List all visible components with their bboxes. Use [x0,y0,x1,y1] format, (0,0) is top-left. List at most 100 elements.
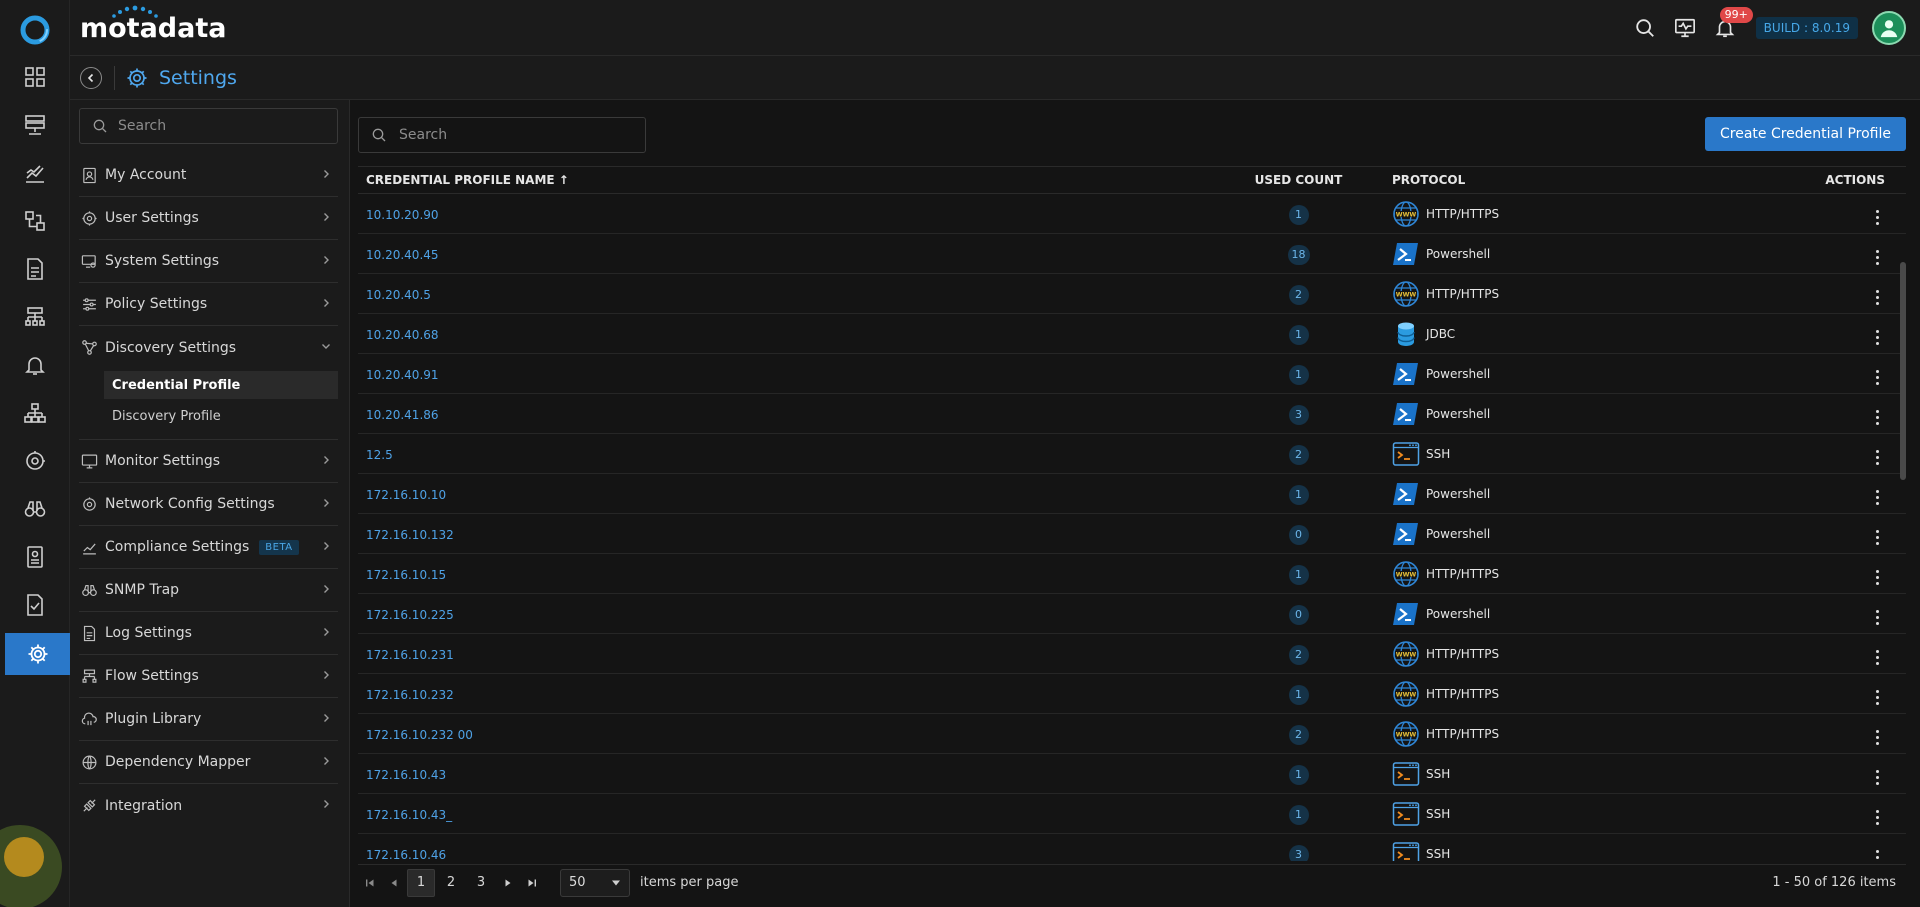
rail-topology[interactable] [0,200,70,242]
row-actions-menu-icon[interactable] [1870,686,1885,709]
table-row[interactable]: 12.5 2 SSH [358,434,1906,474]
profile-name-link[interactable]: 10.20.40.91 [366,368,439,382]
row-actions-menu-icon[interactable] [1870,566,1885,589]
table-row[interactable]: 10.20.40.91 1 Powershell [358,354,1906,394]
used-count-badge[interactable]: 1 [1288,364,1309,385]
row-actions-menu-icon[interactable] [1870,486,1885,509]
used-count-badge[interactable]: 3 [1288,404,1309,425]
profile-name-link[interactable]: 172.16.10.15 [366,568,446,582]
profile-name-link[interactable]: 12.5 [366,448,393,462]
menu-item-snmp-trap[interactable]: SNMP Trap [79,569,338,612]
profile-name-link[interactable]: 172.16.10.43_ [366,808,452,822]
row-actions-menu-icon[interactable] [1870,726,1885,749]
rail-config[interactable] [0,440,70,482]
rail-alerts[interactable] [0,344,70,386]
profile-name-link[interactable]: 172.16.10.46 [366,848,446,861]
back-button[interactable] [80,66,102,89]
column-header-used-count[interactable]: USED COUNT [1213,173,1384,187]
row-actions-menu-icon[interactable] [1870,206,1885,229]
rail-settings[interactable] [5,633,70,675]
page-2-button[interactable]: 2 [437,869,465,897]
rail-inventory[interactable] [0,104,70,146]
row-actions-menu-icon[interactable] [1870,606,1885,629]
page-3-button[interactable]: 3 [467,869,495,897]
previous-page-button[interactable] [382,869,406,897]
row-actions-menu-icon[interactable] [1870,766,1885,789]
used-count-badge[interactable]: 1 [1288,324,1309,345]
menu-item-user-settings[interactable]: User Settings [79,197,338,240]
profile-name-link[interactable]: 10.20.40.5 [366,288,431,302]
column-header-name[interactable]: CREDENTIAL PROFILE NAME ↑ [358,173,1213,187]
profile-name-link[interactable]: 172.16.10.232 [366,688,454,702]
last-page-button[interactable] [520,869,544,897]
menu-item-integration[interactable]: Integration [79,784,338,827]
row-actions-menu-icon[interactable] [1870,406,1885,429]
menu-item-log-settings[interactable]: Log Settings [79,612,338,655]
row-actions-menu-icon[interactable] [1870,646,1885,669]
menu-item-dependency-mapper[interactable]: Dependency Mapper [79,741,338,784]
table-row[interactable]: 10.20.40.5 2 WWW HTTP/HTTPS [358,274,1906,314]
used-count-badge[interactable]: 2 [1288,284,1309,305]
used-count-badge[interactable]: 1 [1288,764,1309,785]
table-row[interactable]: 172.16.10.46 3 SSH [358,834,1906,861]
menu-item-compliance-settings[interactable]: Compliance Settings BETA [79,526,338,569]
notifications-button[interactable]: 99+ [1712,7,1753,41]
rail-metrics[interactable] [0,152,70,194]
table-row[interactable]: 172.16.10.43_ 1 SSH [358,794,1906,834]
used-count-badge[interactable]: 1 [1288,564,1309,585]
submenu-item-discovery-profile[interactable]: Discovery Profile [104,402,338,430]
used-count-badge[interactable]: 1 [1288,484,1309,505]
row-actions-menu-icon[interactable] [1870,326,1885,349]
used-count-badge[interactable]: 1 [1288,804,1309,825]
sidebar-search-input[interactable] [118,118,318,134]
table-row[interactable]: 172.16.10.232 1 WWW HTTP/HTTPS [358,674,1906,714]
menu-item-network-config-settings[interactable]: Network Config Settings [79,483,338,526]
menu-item-system-settings[interactable]: System Settings [79,240,338,283]
table-row[interactable]: 172.16.10.15 1 WWW HTTP/HTTPS [358,554,1906,594]
create-credential-profile-button[interactable]: Create Credential Profile [1704,117,1906,151]
rail-compliance[interactable] [0,584,70,626]
profile-name-link[interactable]: 172.16.10.10 [366,488,446,502]
profile-name-link[interactable]: 172.16.10.43 [366,768,446,782]
menu-item-discovery-settings[interactable]: Discovery Settings [79,326,338,369]
row-actions-menu-icon[interactable] [1870,286,1885,309]
app-logo-icon[interactable] [19,14,51,46]
page-1-button[interactable]: 1 [407,868,435,897]
table-row[interactable]: 10.20.40.68 1 JDBC [358,314,1906,354]
table-row[interactable]: 172.16.10.10 1 Powershell [358,474,1906,514]
table-row[interactable]: 10.10.20.90 1 WWW HTTP/HTTPS [358,194,1906,234]
profile-name-link[interactable]: 172.16.10.132 [366,528,454,542]
used-count-badge[interactable]: 1 [1288,204,1309,225]
page-size-select[interactable]: 50 [560,868,630,897]
rail-reports[interactable] [0,248,70,290]
table-row[interactable]: 172.16.10.225 0 Powershell [358,594,1906,634]
rail-explorer[interactable] [0,488,70,530]
used-count-badge[interactable]: 18 [1287,244,1310,265]
rail-audit[interactable] [0,536,70,578]
rail-dashboard[interactable] [0,56,70,98]
profile-name-link[interactable]: 10.20.41.86 [366,408,439,422]
table-scrollbar[interactable] [1900,262,1906,480]
used-count-badge[interactable]: 0 [1288,524,1309,545]
menu-item-policy-settings[interactable]: Policy Settings [79,283,338,326]
column-header-protocol[interactable]: PROTOCOL [1384,173,1729,187]
menu-item-flow-settings[interactable]: Flow Settings [79,655,338,698]
user-avatar[interactable] [1872,11,1906,45]
global-search-button[interactable] [1632,15,1658,41]
row-actions-menu-icon[interactable] [1870,806,1885,829]
menu-item-my-account[interactable]: My Account [79,154,338,197]
table-row[interactable]: 10.20.40.45 18 Powershell [358,234,1906,274]
table-row[interactable]: 172.16.10.231 2 WWW HTTP/HTTPS [358,634,1906,674]
submenu-item-credential-profile[interactable]: Credential Profile [104,371,338,399]
used-count-badge[interactable]: 2 [1288,724,1309,745]
profile-name-link[interactable]: 172.16.10.232 00 [366,728,473,742]
row-actions-menu-icon[interactable] [1870,246,1885,269]
table-row[interactable]: 172.16.10.43 1 SSH [358,754,1906,794]
used-count-badge[interactable]: 2 [1288,644,1309,665]
table-row[interactable]: 10.20.41.86 3 Powershell [358,394,1906,434]
menu-item-monitor-settings[interactable]: Monitor Settings [79,440,338,483]
used-count-badge[interactable]: 0 [1288,604,1309,625]
used-count-badge[interactable]: 1 [1288,684,1309,705]
next-page-button[interactable] [496,869,520,897]
first-page-button[interactable] [358,869,382,897]
